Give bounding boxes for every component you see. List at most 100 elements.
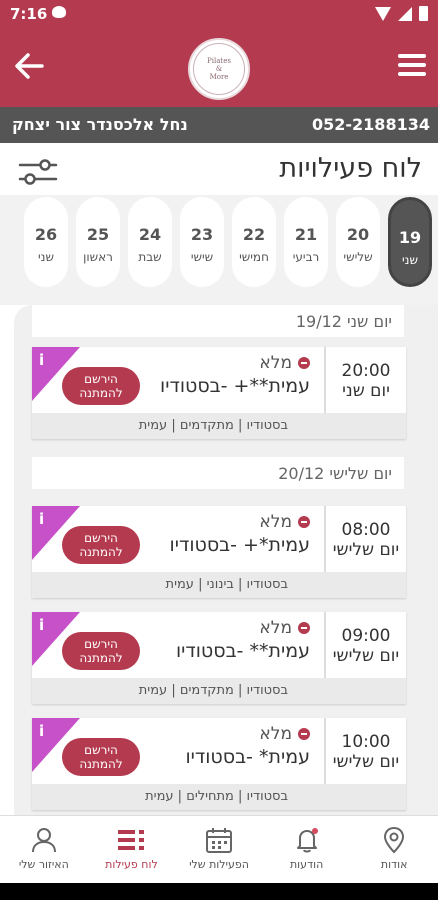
nav-label: אודות: [380, 858, 408, 871]
logo-line-2: &: [215, 65, 223, 73]
system-nav-bar: [0, 883, 438, 900]
day-pill[interactable]: 22 חמישי: [232, 197, 276, 287]
activity-time: 10:00: [341, 732, 391, 752]
activity-status: מלא: [259, 512, 310, 532]
activity-day: יום שלישי: [332, 646, 400, 666]
day-number: 23: [190, 225, 214, 244]
notification-icon: [52, 6, 66, 18]
status-bar: 7:16: [0, 0, 438, 27]
logo-line-1: Pilates: [207, 57, 231, 65]
day-pill[interactable]: 19 שני: [388, 197, 432, 287]
full-status-icon: [298, 516, 310, 528]
activity-time: 20:00: [341, 361, 391, 381]
activity-time-column: 09:00 יום שלישי: [324, 612, 406, 678]
status-text: מלא: [259, 512, 292, 532]
day-pill[interactable]: 23 שישי: [180, 197, 224, 287]
wifi-icon: [375, 6, 391, 21]
activity-card[interactable]: i 08:00 יום שלישי מלא עמית*+ -בסטודיו הי…: [32, 506, 406, 598]
schedule-list[interactable]: יום שני 19/12 i 20:00 יום שני מלא עמית**…: [14, 305, 438, 815]
info-icon[interactable]: i: [39, 722, 44, 740]
activity-day: יום שני: [342, 381, 390, 401]
info-icon[interactable]: i: [39, 616, 44, 634]
activity-status: מלא: [259, 618, 310, 638]
day-name: ראשון: [83, 250, 113, 264]
day-pill[interactable]: 24 שבת: [128, 197, 172, 287]
day-number: 26: [34, 225, 58, 244]
full-status-icon: [298, 357, 310, 369]
nav-label: הודעות: [289, 858, 324, 871]
days-strip[interactable]: 19 שני 20 שלישי 21 רביעי 22 חמישי 23 שיש…: [0, 195, 438, 305]
day-name: חמישי: [239, 250, 269, 264]
list-icon: [118, 830, 145, 850]
activity-status: מלא: [259, 724, 310, 744]
activity-tags: בסטודיו | מתקדמים | עמית: [32, 678, 406, 704]
day-number: 19: [398, 228, 422, 247]
day-pill[interactable]: 21 רביעי: [284, 197, 328, 287]
hamburger-menu-icon[interactable]: [398, 54, 426, 76]
day-name: שלישי: [343, 250, 373, 264]
day-pill[interactable]: 26 שני: [24, 197, 68, 287]
back-arrow-icon[interactable]: [12, 49, 46, 83]
date-header: יום שני 19/12: [32, 305, 404, 337]
status-text: מלא: [259, 618, 292, 638]
nav-label: הפעילות שלי: [189, 858, 249, 871]
activity-time-column: 08:00 יום שלישי: [324, 506, 406, 572]
day-name: שני: [38, 250, 54, 264]
info-icon[interactable]: i: [39, 351, 44, 369]
logo-line-3: More: [209, 73, 229, 81]
activity-title: עמית**+ -בסטודיו: [160, 375, 310, 397]
activity-title: עמית** -בסטודיו: [175, 640, 310, 662]
day-pill[interactable]: 25 ראשון: [76, 197, 120, 287]
activity-title: עמית*+ -בסטודיו: [169, 534, 310, 556]
nav-messages[interactable]: הודעות: [263, 816, 351, 883]
activity-status: מלא: [259, 353, 310, 373]
day-name: שני: [402, 253, 418, 267]
activity-time: 09:00: [341, 626, 391, 646]
status-text: מלא: [259, 353, 292, 373]
studio-phone[interactable]: 052-2188134: [312, 115, 430, 134]
waitlist-button[interactable]: הירשם להמתנה: [62, 632, 140, 670]
status-time: 7:16: [10, 5, 48, 23]
studio-logo: Pilates & More: [188, 38, 250, 100]
day-name: שישי: [190, 250, 214, 264]
nav-my-activity[interactable]: הפעילות שלי: [175, 816, 263, 883]
bottom-navigation: אודות הודעות הפעילות שלי לוח פעילות האיז…: [0, 815, 438, 883]
waitlist-button[interactable]: הירשם להמתנה: [62, 738, 140, 776]
activity-card[interactable]: i 20:00 יום שני מלא עמית**+ -בסטודיו היר…: [32, 347, 406, 439]
page-title: לוח פעילויות: [279, 153, 422, 184]
date-header: יום שלישי 20/12: [32, 457, 404, 489]
nav-my-area[interactable]: האיזור שלי: [0, 816, 88, 883]
activity-tags: בסטודיו | בינוני | עמית: [32, 572, 406, 598]
studio-info-bar: 052-2188134 נחל אלכסנדר צור יצחק: [0, 107, 438, 143]
day-pill[interactable]: 20 שלישי: [336, 197, 380, 287]
activity-card[interactable]: i 10:00 יום שלישי מלא עמית* -בסטודיו היר…: [32, 718, 406, 810]
status-icons: [375, 6, 428, 21]
activity-day: יום שלישי: [332, 752, 400, 772]
nav-label: לוח פעילות: [105, 858, 158, 871]
signal-icon: [398, 6, 412, 21]
calendar-icon: [206, 828, 233, 853]
activity-tags: בסטודיו | מתקדמים | עמית: [32, 413, 406, 439]
activity-title: עמית* -בסטודיו: [185, 746, 310, 768]
waitlist-button[interactable]: הירשם להמתנה: [62, 526, 140, 564]
activity-card[interactable]: i 09:00 יום שלישי מלא עמית** -בסטודיו הי…: [32, 612, 406, 704]
activity-time: 08:00: [341, 520, 391, 540]
nav-schedule[interactable]: לוח פעילות: [88, 816, 176, 883]
activity-day: יום שלישי: [332, 540, 400, 560]
studio-name: נחל אלכסנדר צור יצחק: [12, 115, 188, 134]
status-text: מלא: [259, 724, 292, 744]
waitlist-button[interactable]: הירשם להמתנה: [62, 367, 140, 405]
day-number: 22: [242, 225, 266, 244]
info-icon[interactable]: i: [39, 510, 44, 528]
activity-tags: בסטודיו | מתחילים | עמית: [32, 784, 406, 810]
activity-time-column: 20:00 יום שני: [324, 347, 406, 413]
full-status-icon: [298, 622, 310, 634]
title-row: לוח פעילויות: [0, 143, 438, 195]
app-header: Pilates & More: [0, 27, 438, 107]
nav-about[interactable]: אודות: [350, 816, 438, 883]
full-status-icon: [298, 728, 310, 740]
day-number: 21: [294, 225, 318, 244]
day-number: 24: [138, 225, 162, 244]
filter-sliders-icon[interactable]: [18, 159, 58, 185]
battery-icon: [419, 6, 428, 21]
